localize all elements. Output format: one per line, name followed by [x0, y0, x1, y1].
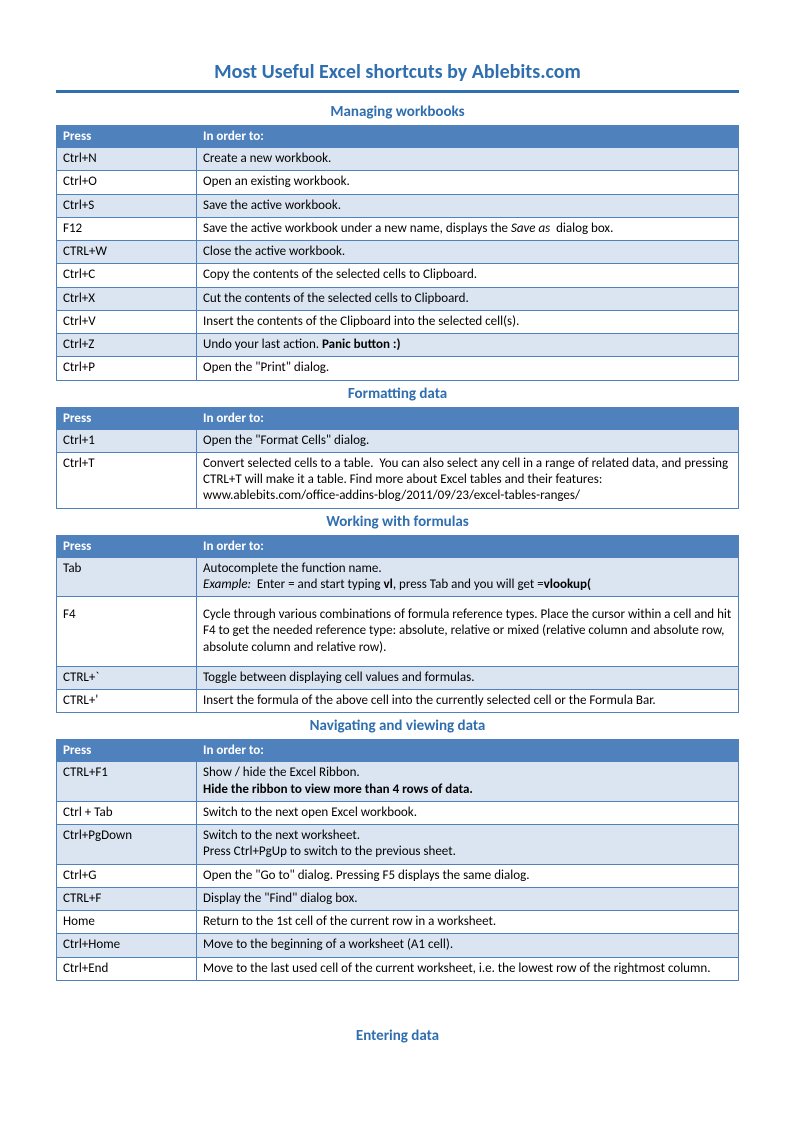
table-row: Ctrl+SSave the active workbook.	[57, 194, 739, 217]
table-row: Ctrl+VInsert the contents of the Clipboa…	[57, 310, 739, 333]
shortcuts-table: PressIn order to:Ctrl+NCreate a new work…	[56, 125, 739, 381]
cell-desc: Switch to the next open Excel workbook.	[197, 801, 739, 824]
cell-press: F12	[57, 217, 197, 240]
table-row: Ctrl+NCreate a new workbook.	[57, 148, 739, 171]
cell-desc: Show / hide the Excel Ribbon.Hide the ri…	[197, 762, 739, 802]
shortcuts-table: PressIn order to:Ctrl+1Open the "Format …	[56, 407, 739, 509]
cell-press: Ctrl+End	[57, 957, 197, 980]
table-row: CTRL+FDisplay the "Find" dialog box.	[57, 887, 739, 910]
cell-press: Tab	[57, 557, 197, 597]
cell-desc: Cut the contents of the selected cells t…	[197, 287, 739, 310]
cell-press: Home	[57, 911, 197, 934]
cell-desc: Open the "Format Cells" dialog.	[197, 429, 739, 452]
cell-desc: Insert the formula of the above cell int…	[197, 690, 739, 713]
table-row: Ctrl+TConvert selected cells to a table.…	[57, 452, 739, 508]
table-row: CTRL+`Toggle between displaying cell val…	[57, 666, 739, 689]
cell-press: Ctrl + Tab	[57, 801, 197, 824]
cell-press: Ctrl+PgDown	[57, 825, 197, 865]
cell-desc: Undo your last action. Panic button :)	[197, 334, 739, 357]
table-row: Ctrl+XCut the contents of the selected c…	[57, 287, 739, 310]
cell-desc: Open the "Go to" dialog. Pressing F5 dis…	[197, 864, 739, 887]
table-row: F4Cycle through various combinations of …	[57, 597, 739, 667]
col-header-press: Press	[57, 126, 197, 148]
cell-desc: Copy the contents of the selected cells …	[197, 264, 739, 287]
shortcuts-table: PressIn order to:TabAutocomplete the fun…	[56, 535, 739, 714]
cell-press: Ctrl+Z	[57, 334, 197, 357]
cell-desc: Autocomplete the function name.Example: …	[197, 557, 739, 597]
table-row: CTRL+WClose the active workbook.	[57, 241, 739, 264]
cell-press: Ctrl+N	[57, 148, 197, 171]
cell-desc: Create a new workbook.	[197, 148, 739, 171]
col-header-desc: In order to:	[197, 407, 739, 429]
col-header-desc: In order to:	[197, 535, 739, 557]
cell-desc: Display the "Find" dialog box.	[197, 887, 739, 910]
cell-press: Ctrl+O	[57, 171, 197, 194]
table-row: F12Save the active workbook under a new …	[57, 217, 739, 240]
cell-press: Ctrl+T	[57, 452, 197, 508]
table-row: HomeReturn to the 1st cell of the curren…	[57, 911, 739, 934]
cell-press: Ctrl+X	[57, 287, 197, 310]
cell-desc: Save the active workbook under a new nam…	[197, 217, 739, 240]
cell-press: Ctrl+Home	[57, 934, 197, 957]
cell-desc: Open an existing workbook.	[197, 171, 739, 194]
table-row: Ctrl + TabSwitch to the next open Excel …	[57, 801, 739, 824]
section-title: Formatting data	[56, 385, 739, 403]
cell-press: CTRL+'	[57, 690, 197, 713]
section-title: Working with formulas	[56, 513, 739, 531]
cell-press: CTRL+`	[57, 666, 197, 689]
section-title: Managing workbooks	[56, 103, 739, 121]
cell-press: CTRL+W	[57, 241, 197, 264]
table-row: CTRL+'Insert the formula of the above ce…	[57, 690, 739, 713]
table-row: Ctrl+PgDownSwitch to the next worksheet.…	[57, 825, 739, 865]
cell-desc: Move to the beginning of a worksheet (A1…	[197, 934, 739, 957]
section-title-entering-data: Entering data	[56, 1027, 739, 1045]
page-title: Most Useful Excel shortcuts by Ablebits.…	[56, 60, 739, 84]
table-row: Ctrl+1Open the "Format Cells" dialog.	[57, 429, 739, 452]
cell-desc: Switch to the next worksheet.Press Ctrl+…	[197, 825, 739, 865]
sections-container: Managing workbooksPressIn order to:Ctrl+…	[56, 103, 739, 981]
col-header-desc: In order to:	[197, 126, 739, 148]
table-row: TabAutocomplete the function name.Exampl…	[57, 557, 739, 597]
cell-desc: Convert selected cells to a table. You c…	[197, 452, 739, 508]
cell-press: CTRL+F	[57, 887, 197, 910]
table-row: Ctrl+CCopy the contents of the selected …	[57, 264, 739, 287]
table-row: Ctrl+ZUndo your last action. Panic butto…	[57, 334, 739, 357]
spacer	[56, 983, 739, 1023]
table-row: Ctrl+POpen the "Print" dialog.	[57, 357, 739, 380]
table-row: Ctrl+GOpen the "Go to" dialog. Pressing …	[57, 864, 739, 887]
cell-press: Ctrl+P	[57, 357, 197, 380]
cell-desc: Close the active workbook.	[197, 241, 739, 264]
cell-press: CTRL+F1	[57, 762, 197, 802]
col-header-press: Press	[57, 407, 197, 429]
table-row: Ctrl+EndMove to the last used cell of th…	[57, 957, 739, 980]
cell-press: Ctrl+1	[57, 429, 197, 452]
cell-desc: Save the active workbook.	[197, 194, 739, 217]
cell-desc: Toggle between displaying cell values an…	[197, 666, 739, 689]
cell-desc: Cycle through various combinations of fo…	[197, 597, 739, 667]
col-header-press: Press	[57, 535, 197, 557]
section-title: Navigating and viewing data	[56, 717, 739, 735]
section-block: Navigating and viewing data PressIn order…	[56, 717, 739, 981]
cell-desc: Open the "Print" dialog.	[197, 357, 739, 380]
shortcuts-table: PressIn order to:CTRL+F1Show / hide the …	[56, 739, 739, 981]
cell-desc: Insert the contents of the Clipboard int…	[197, 310, 739, 333]
table-row: CTRL+F1Show / hide the Excel Ribbon.Hide…	[57, 762, 739, 802]
cell-desc: Move to the last used cell of the curren…	[197, 957, 739, 980]
table-row: Ctrl+HomeMove to the beginning of a work…	[57, 934, 739, 957]
cell-desc: Return to the 1st cell of the current ro…	[197, 911, 739, 934]
section-block: Working with formulas PressIn order to:Ta…	[56, 513, 739, 714]
cell-press: Ctrl+V	[57, 310, 197, 333]
section-block: Formatting data PressIn order to:Ctrl+1Op…	[56, 385, 739, 509]
table-row: Ctrl+OOpen an existing workbook.	[57, 171, 739, 194]
col-header-desc: In order to:	[197, 740, 739, 762]
title-rule	[56, 90, 739, 93]
cell-press: Ctrl+C	[57, 264, 197, 287]
col-header-press: Press	[57, 740, 197, 762]
cell-press: Ctrl+G	[57, 864, 197, 887]
cell-press: F4	[57, 597, 197, 667]
section-block: Managing workbooksPressIn order to:Ctrl+…	[56, 103, 739, 381]
cell-press: Ctrl+S	[57, 194, 197, 217]
